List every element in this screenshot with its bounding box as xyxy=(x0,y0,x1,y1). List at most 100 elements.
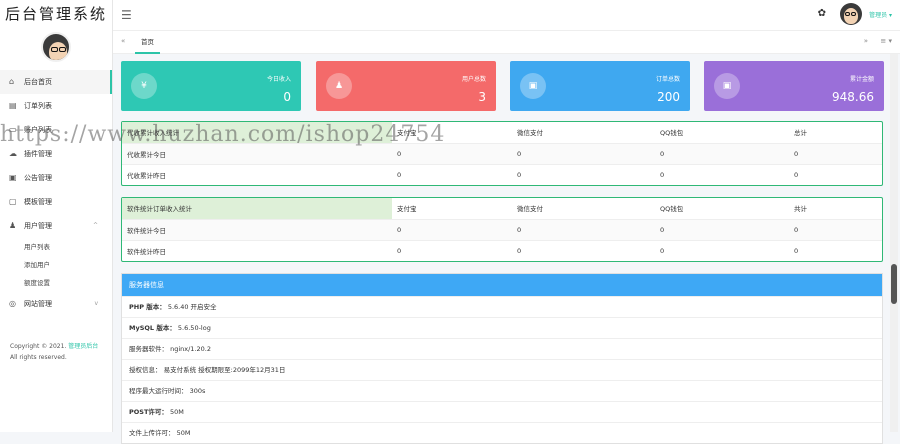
stat-value: 3 xyxy=(478,90,486,104)
app-title: 后台管理系统 xyxy=(4,5,107,23)
sidebar-item-label: 公告管理 xyxy=(24,174,52,182)
stat-card-total: ▣ 累计金额 948.66 xyxy=(704,61,884,111)
copyright-link[interactable]: 管理员后台 xyxy=(68,343,98,350)
table-cell: 0 xyxy=(655,142,789,164)
table-cell: 代收累计昨日 xyxy=(122,163,392,185)
table-cell: 0 xyxy=(789,218,882,240)
sidebar-item-label: 用户管理 xyxy=(24,222,52,230)
server-row-license: 授权信息： 易支付系统 授权期限至:2099年12月31日 xyxy=(122,359,882,380)
sidebar-menu: ⌂ 后台首页 ▤ 订单列表 ▭ 账户列表 ☁ 插件管理 ▣ 公告管理 ▢ 模板管理 ♟ 用户管… xyxy=(0,70,112,316)
sidebar-item-label: 网站管理 xyxy=(24,300,52,308)
table-cell: 0 xyxy=(655,218,789,240)
table-header-cell: 微信支付 xyxy=(517,129,543,138)
sidebar-item-accounts[interactable]: ▭ 账户列表 xyxy=(0,118,112,142)
admin-menu[interactable]: 管理员 ▾ xyxy=(869,10,892,19)
stat-label: 用户总数 xyxy=(461,76,486,83)
scrollbar[interactable] xyxy=(890,54,898,432)
table-cell: 0 xyxy=(789,163,882,185)
home-icon: ⌂ xyxy=(9,77,15,86)
server-row-software: 服务器软件： nginx/1.20.2 xyxy=(122,338,882,359)
sidebar-item-announcements[interactable]: ▣ 公告管理 xyxy=(0,166,112,190)
sidebar-subitem-quota[interactable]: 额度设置 xyxy=(0,274,112,292)
topbar: ☰ ✿ 管理员 ▾ xyxy=(113,0,900,30)
user-avatar[interactable] xyxy=(840,3,862,25)
card-icon: ▣ xyxy=(520,73,546,99)
sidebar-item-label: 后台首页 xyxy=(24,78,52,86)
user-icon: ♟ xyxy=(9,221,17,230)
table-cell: 代收累计今日 xyxy=(122,142,392,164)
copyright-rights: All rights reserved. xyxy=(10,354,67,361)
table-cell: 0 xyxy=(512,142,655,164)
table-cell: 0 xyxy=(789,142,882,164)
server-row-upload: 文件上传许可： 50M xyxy=(122,422,882,443)
table-header-cell: 代收累计收入统计 xyxy=(122,122,392,143)
copyright-text: Copyright © 2021. xyxy=(10,343,67,350)
sidebar-item-label: 订单列表 xyxy=(24,102,52,110)
collection-stats-table: 代收累计收入统计 支付宝 微信支付 QQ钱包 总计 代收累计今日 0 0 0 0… xyxy=(121,121,883,186)
scrollbar-thumb[interactable] xyxy=(891,264,897,304)
table-row: 代收累计昨日 0 0 0 0 xyxy=(122,163,882,185)
sidebar-item-users[interactable]: ♟ 用户管理 ^ xyxy=(0,214,112,238)
table-header: 代收累计收入统计 支付宝 微信支付 QQ钱包 总计 xyxy=(122,122,882,143)
chevron-up-icon: ^ xyxy=(92,222,98,229)
table-cell: 0 xyxy=(512,239,655,261)
sidebar-subitem-add-user[interactable]: 添加用户 xyxy=(0,256,112,274)
server-row-mysql: MySQL 版本： 5.6.50-log xyxy=(122,317,882,338)
stat-card-orders: ▣ 订单总数 200 xyxy=(510,61,690,111)
sidebar-subitem-user-list[interactable]: 用户列表 xyxy=(0,238,112,256)
table-cell: 0 xyxy=(392,218,512,240)
tab-next-icon[interactable]: » xyxy=(864,37,868,45)
stat-value: 948.66 xyxy=(832,90,874,104)
stat-value: 200 xyxy=(657,90,680,104)
sidebar-item-label: 插件管理 xyxy=(24,150,52,158)
table-cell: 0 xyxy=(512,163,655,185)
stat-card-users: ♟ 用户总数 3 xyxy=(316,61,496,111)
table-header-cell: 软件统计订单收入统计 xyxy=(122,198,392,219)
sidebar-item-plugins[interactable]: ☁ 插件管理 xyxy=(0,142,112,166)
person-icon: ♟ xyxy=(326,73,352,99)
sidebar-item-home[interactable]: ⌂ 后台首页 xyxy=(0,70,112,94)
stat-label: 累计金额 xyxy=(849,76,874,83)
table-row: 软件统计今日 0 0 0 0 xyxy=(122,218,882,240)
yen-icon: ¥ xyxy=(131,73,157,99)
table-row: 软件统计昨日 0 0 0 0 xyxy=(122,239,882,261)
sidebar-item-label: 模板管理 xyxy=(24,198,52,206)
stat-label: 今日收入 xyxy=(266,76,291,83)
plugin-icon: ☁ xyxy=(9,149,17,158)
avatar[interactable] xyxy=(41,32,71,62)
globe-icon: ◎ xyxy=(9,299,16,308)
table-cell: 软件统计昨日 xyxy=(122,239,392,261)
tab-bar: « 首页 » ≡ ▾ xyxy=(113,30,900,54)
table-cell: 软件统计今日 xyxy=(122,218,392,240)
list-icon: ▤ xyxy=(9,101,17,110)
server-row-php: PHP 版本： 5.6.40 开启安全 xyxy=(122,296,882,317)
stat-value: 0 xyxy=(283,90,291,104)
sidebar-item-templates[interactable]: ▢ 模板管理 xyxy=(0,190,112,214)
chevron-down-icon: v xyxy=(94,300,98,307)
server-info-title: 服务器信息 xyxy=(122,274,882,296)
sidebar-item-site[interactable]: ◎ 网站管理 v xyxy=(0,292,112,316)
sidebar-item-orders[interactable]: ▤ 订单列表 xyxy=(0,94,112,118)
table-row: 代收累计今日 0 0 0 0 xyxy=(122,142,882,164)
table-header-cell: 共计 xyxy=(794,205,807,214)
table-cell: 0 xyxy=(392,163,512,185)
table-header-cell: QQ钱包 xyxy=(660,205,684,214)
palette-icon[interactable]: ✿ xyxy=(818,8,826,19)
software-stats-table: 软件统计订单收入统计 支付宝 微信支付 QQ钱包 共计 软件统计今日 0 0 0… xyxy=(121,197,883,262)
sidebar-item-label: 账户列表 xyxy=(24,126,52,134)
stat-label: 订单总数 xyxy=(655,76,680,83)
table-cell: 0 xyxy=(512,218,655,240)
table-cell: 0 xyxy=(655,163,789,185)
tab-home[interactable]: 首页 xyxy=(135,31,160,54)
tab-options-icon[interactable]: ≡ ▾ xyxy=(880,37,892,45)
server-row-maxtime: 程序最大运行时间： 300s xyxy=(122,380,882,401)
tab-prev-icon[interactable]: « xyxy=(121,37,125,45)
announce-icon: ▣ xyxy=(9,173,17,182)
card-icon: ▣ xyxy=(714,73,740,99)
menu-toggle-icon[interactable]: ☰ xyxy=(121,8,132,22)
table-header-cell: QQ钱包 xyxy=(660,129,684,138)
table-cell: 0 xyxy=(789,239,882,261)
table-cell: 0 xyxy=(392,239,512,261)
table-header-cell: 支付宝 xyxy=(397,205,417,214)
wallet-icon: ▭ xyxy=(9,125,17,134)
